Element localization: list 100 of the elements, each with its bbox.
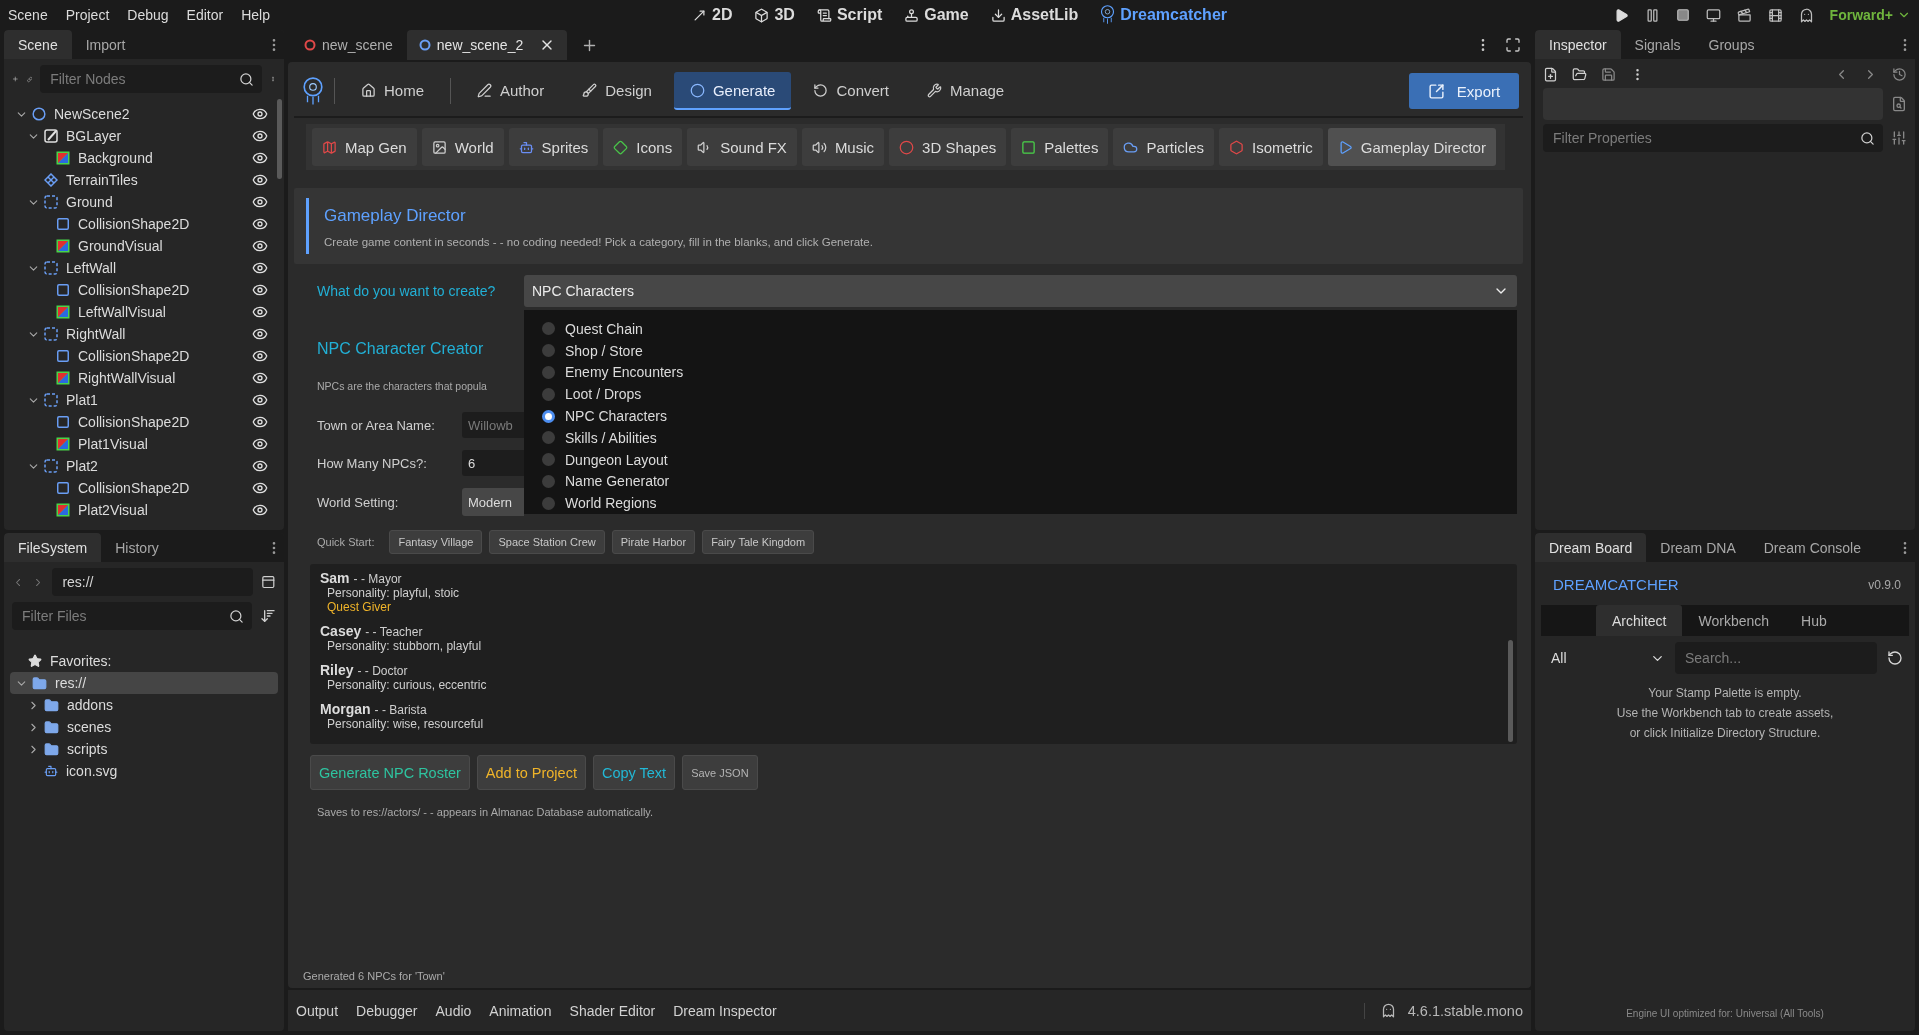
tree-item[interactable]: CollisionShape2D: [10, 213, 278, 235]
radio-button[interactable]: [542, 322, 555, 336]
tree-item[interactable]: Plat1Visual: [10, 433, 278, 455]
tree-item[interactable]: Plat1: [10, 389, 278, 411]
tree-item[interactable]: scenes: [10, 716, 278, 738]
menu-option[interactable]: Dungeon Layout: [542, 448, 1517, 471]
radio-button[interactable]: [542, 496, 555, 510]
bottom-panel-tab[interactable]: Debugger: [356, 1002, 418, 1019]
nav-tab[interactable]: Convert: [797, 72, 905, 110]
eye-icon[interactable]: [252, 238, 268, 254]
eye-icon[interactable]: [252, 370, 268, 386]
tree-item[interactable]: RightWallVisual: [10, 367, 278, 389]
preset-button[interactable]: Space Station Crew: [489, 530, 605, 554]
tree-item[interactable]: Plat2Visual: [10, 499, 278, 521]
eye-icon[interactable]: [252, 216, 268, 232]
nav-tab[interactable]: Home: [345, 72, 440, 110]
filter-field[interactable]: Filter Nodes: [40, 65, 263, 93]
workspace-button[interactable]: Script: [816, 6, 883, 24]
dock-tab[interactable]: History: [101, 533, 173, 562]
export-button[interactable]: Export: [1409, 73, 1519, 109]
preset-button[interactable]: Fairy Tale Kingdom: [702, 530, 815, 554]
dock-tab[interactable]: Import: [71, 30, 140, 59]
eye-icon[interactable]: [252, 436, 268, 452]
filter-field[interactable]: Filter Files: [12, 602, 252, 630]
path-field[interactable]: res://: [52, 568, 254, 596]
radio-button[interactable]: [542, 431, 555, 445]
action-button[interactable]: Add to Project: [476, 755, 586, 790]
tree-item[interactable]: GroundVisual: [10, 235, 278, 257]
bottom-panel-tab[interactable]: Animation: [489, 1002, 552, 1019]
setting-dropdown[interactable]: Modern: [462, 488, 524, 516]
tree-item[interactable]: icon.svg: [10, 760, 278, 782]
tool-button[interactable]: Particles: [1113, 128, 1214, 166]
filter-input[interactable]: Filter Properties: [1551, 129, 1854, 147]
tree-item[interactable]: scripts: [10, 738, 278, 760]
eye-icon[interactable]: [252, 106, 268, 122]
eye-icon[interactable]: [252, 172, 268, 188]
eye-icon[interactable]: [252, 502, 268, 518]
action-button[interactable]: Generate NPC Roster: [310, 755, 470, 790]
radio-button[interactable]: [542, 409, 555, 423]
menu-item[interactable]: Project: [65, 7, 110, 23]
tool-button[interactable]: World: [421, 128, 504, 166]
tree-item[interactable]: CollisionShape2D: [10, 477, 278, 499]
eye-icon[interactable]: [252, 150, 268, 166]
menu-item[interactable]: Help: [241, 7, 270, 23]
tool-button[interactable]: 3D Shapes: [889, 128, 1007, 166]
tree-item[interactable]: TerrainTiles: [10, 169, 278, 191]
menu-item[interactable]: Debug: [127, 7, 169, 23]
workspace-button[interactable]: 3D: [754, 6, 795, 24]
nav-tab[interactable]: Author: [461, 72, 561, 110]
dock-tab[interactable]: Signals: [1620, 30, 1695, 59]
menu-option[interactable]: Enemy Encounters: [542, 361, 1517, 384]
dock-tab[interactable]: FileSystem: [4, 533, 102, 562]
eye-icon[interactable]: [252, 326, 268, 342]
menu-option[interactable]: Quest Chain: [542, 318, 1517, 340]
eye-icon[interactable]: [252, 348, 268, 364]
radio-button[interactable]: [542, 365, 555, 379]
tree-item[interactable]: CollisionShape2D: [10, 279, 278, 301]
tree-item[interactable]: BGLayer: [10, 125, 278, 147]
input-field[interactable]: Willowb: [462, 412, 524, 438]
filter-input[interactable]: Filter Nodes: [48, 70, 234, 88]
action-button[interactable]: Copy Text: [592, 755, 676, 790]
search-field[interactable]: Search...: [1675, 642, 1877, 674]
filter-input[interactable]: Filter Files: [20, 607, 223, 625]
preset-button[interactable]: Fantasy Village: [389, 530, 483, 554]
preset-button[interactable]: Pirate Harbor: [611, 530, 696, 554]
sub-tab[interactable]: Architect: [1596, 605, 1683, 636]
eye-icon[interactable]: [252, 392, 268, 408]
tree-item[interactable]: CollisionShape2D: [10, 411, 278, 433]
eye-icon[interactable]: [252, 480, 268, 496]
radio-button[interactable]: [542, 474, 555, 488]
dock-tab[interactable]: Dream DNA: [1646, 533, 1750, 562]
tool-button[interactable]: Palettes: [1011, 128, 1109, 166]
bottom-panel-tab[interactable]: Dream Inspector: [673, 1002, 777, 1019]
eye-icon[interactable]: [252, 282, 268, 298]
dock-tab[interactable]: Groups: [1694, 30, 1769, 59]
search-input[interactable]: Search...: [1683, 649, 1869, 667]
scene-tab[interactable]: new_scene_2: [406, 30, 568, 60]
workspace-button[interactable]: Dreamcatcher: [1100, 5, 1227, 25]
dock-tab[interactable]: Dream Console: [1749, 533, 1875, 562]
bottom-panel-tab[interactable]: Audio: [435, 1002, 472, 1019]
bottom-panel-tab[interactable]: Shader Editor: [569, 1002, 656, 1019]
tool-button[interactable]: Music: [801, 128, 885, 166]
renderer-dropdown[interactable]: Forward+: [1829, 7, 1911, 23]
tree-item[interactable]: Background: [10, 147, 278, 169]
radio-button[interactable]: [542, 453, 555, 467]
tool-button[interactable]: Sprites: [508, 128, 599, 166]
menu-item[interactable]: Editor: [186, 7, 224, 23]
eye-icon[interactable]: [252, 458, 268, 474]
sub-tab[interactable]: Hub: [1785, 605, 1843, 636]
menu-option[interactable]: Loot / Drops: [542, 383, 1517, 406]
tree-item[interactable]: CollisionShape2D: [10, 345, 278, 367]
eye-icon[interactable]: [252, 260, 268, 276]
nav-tab[interactable]: Generate: [673, 72, 792, 110]
nav-tab[interactable]: Manage: [911, 72, 1021, 110]
category-dropdown[interactable]: NPC Characters: [524, 275, 1517, 307]
nav-tab[interactable]: Design: [566, 72, 668, 110]
tool-button[interactable]: Map Gen: [312, 128, 417, 166]
menu-item[interactable]: Scene: [8, 7, 48, 23]
tree-item[interactable]: Ground: [10, 191, 278, 213]
scrollbar[interactable]: [277, 99, 282, 179]
